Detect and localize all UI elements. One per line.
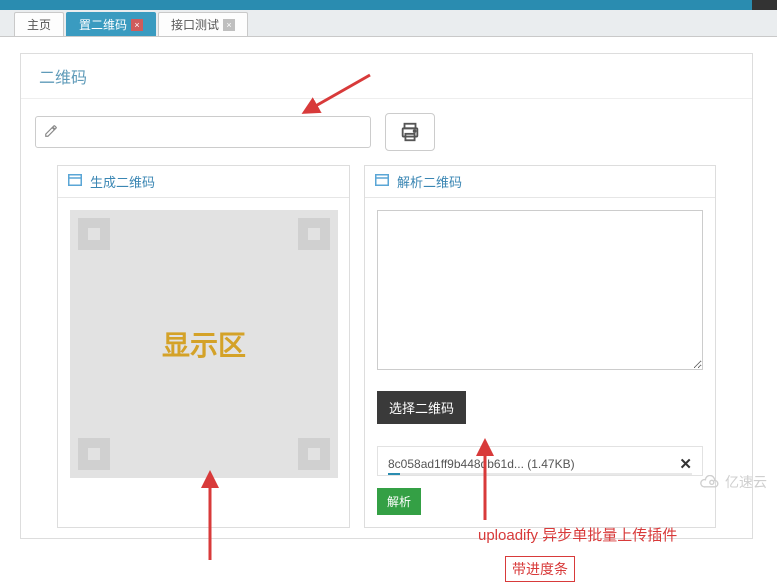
watermark-text: 亿速云 — [725, 472, 767, 492]
upload-file-row: 8c058ad1ff9b448db61d... (1.47KB) ✕ — [377, 446, 703, 476]
tab-api-label: 接口测试 — [171, 16, 219, 33]
qr-corner-icon — [78, 218, 110, 250]
watermark: 亿速云 — [699, 472, 767, 492]
tab-qr-close-icon[interactable]: × — [131, 19, 143, 31]
qr-panel: 二维码 — [20, 53, 753, 539]
tab-home[interactable]: 主页 — [14, 12, 64, 36]
tab-home-label: 主页 — [27, 16, 51, 33]
upload-file-name: 8c058ad1ff9b448db61d... (1.47KB) — [388, 457, 575, 471]
print-button[interactable] — [385, 113, 435, 151]
annotation-progress: 带进度条 — [505, 556, 575, 582]
tab-api[interactable]: 接口测试 × — [158, 12, 248, 36]
tab-qr-label: 置二维码 — [79, 16, 127, 33]
remove-file-icon[interactable]: ✕ — [679, 455, 692, 473]
upload-progress-bar — [388, 473, 692, 475]
qr-corner-icon — [298, 438, 330, 470]
edit-icon — [44, 124, 58, 141]
tab-api-close-icon[interactable]: × — [223, 19, 235, 31]
display-label: 显示区 — [162, 324, 246, 364]
select-qr-button[interactable]: 选择二维码 — [377, 391, 466, 424]
qr-text-input-wrap[interactable] — [35, 116, 371, 148]
qr-display-area: 显示区 — [70, 210, 338, 478]
parse-title: 解析二维码 — [397, 172, 462, 191]
parse-panel: 解析二维码 选择二维码 8c058ad1ff9b448db61d... (1.4… — [364, 165, 716, 528]
generate-panel: 生成二维码 显示区 — [57, 165, 350, 528]
qr-corner-icon — [298, 218, 330, 250]
generate-title: 生成二维码 — [90, 172, 155, 191]
tab-bar: 主页 置二维码 × 接口测试 × — [0, 10, 777, 37]
parse-output-textarea[interactable] — [377, 210, 703, 370]
window-icon — [68, 174, 82, 189]
panel-title: 二维码 — [21, 54, 752, 99]
window-icon — [375, 174, 389, 189]
cloud-icon — [699, 475, 721, 489]
parse-button[interactable]: 解析 — [377, 488, 421, 515]
qr-corner-icon — [78, 438, 110, 470]
qr-text-input[interactable] — [64, 117, 362, 147]
tab-qr[interactable]: 置二维码 × — [66, 12, 156, 36]
print-icon — [399, 121, 421, 143]
